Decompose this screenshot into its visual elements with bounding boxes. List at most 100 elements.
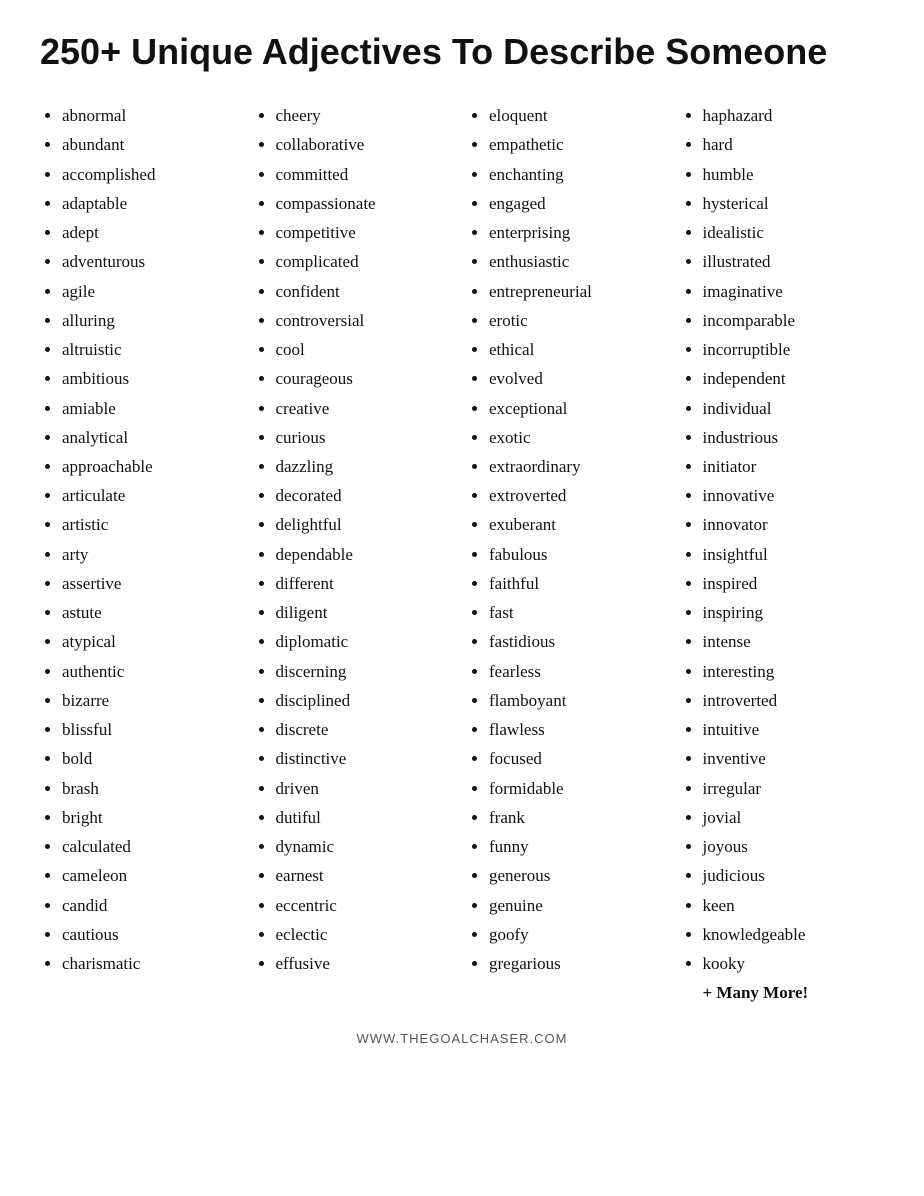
column-1: abnormalabundantaccomplishedadaptableade…: [40, 101, 244, 1007]
list-item: innovator: [703, 510, 885, 539]
list-item: courageous: [276, 364, 458, 393]
list-item: complicated: [276, 247, 458, 276]
list-item: inventive: [703, 744, 885, 773]
list-item: kooky: [703, 949, 885, 978]
list-item: adaptable: [62, 189, 244, 218]
list-item: flamboyant: [489, 686, 671, 715]
list-item: focused: [489, 744, 671, 773]
list-item: extroverted: [489, 481, 671, 510]
list-item: jovial: [703, 803, 885, 832]
list-item: discrete: [276, 715, 458, 744]
list-item: initiator: [703, 452, 885, 481]
list-item: articulate: [62, 481, 244, 510]
list-item: atypical: [62, 627, 244, 656]
list-item: fabulous: [489, 540, 671, 569]
list-item: compassionate: [276, 189, 458, 218]
list-item: bizarre: [62, 686, 244, 715]
list-item: diligent: [276, 598, 458, 627]
list-item: adventurous: [62, 247, 244, 276]
list-item: cameleon: [62, 861, 244, 890]
list-item: interesting: [703, 657, 885, 686]
list-item: curious: [276, 423, 458, 452]
list-item: arty: [62, 540, 244, 569]
list-item: judicious: [703, 861, 885, 890]
list-item: flawless: [489, 715, 671, 744]
adjectives-grid: abnormalabundantaccomplishedadaptableade…: [40, 101, 884, 1007]
list-item: inspired: [703, 569, 885, 598]
list-item: faithful: [489, 569, 671, 598]
list-item: intuitive: [703, 715, 885, 744]
list-item: exceptional: [489, 394, 671, 423]
list-item: erotic: [489, 306, 671, 335]
list-item: knowledgeable: [703, 920, 885, 949]
list-item: amiable: [62, 394, 244, 423]
column-3: eloquentempatheticenchantingengagedenter…: [467, 101, 671, 1007]
list-item: brash: [62, 774, 244, 803]
list-item: frank: [489, 803, 671, 832]
list-item: collaborative: [276, 130, 458, 159]
list-item: hysterical: [703, 189, 885, 218]
list-item: generous: [489, 861, 671, 890]
list-item: abnormal: [62, 101, 244, 130]
extra-note: + Many More!: [681, 978, 885, 1007]
list-item: innovative: [703, 481, 885, 510]
list-item: distinctive: [276, 744, 458, 773]
list-item: illustrated: [703, 247, 885, 276]
list-item: entrepreneurial: [489, 277, 671, 306]
list-item: exuberant: [489, 510, 671, 539]
list-item: agile: [62, 277, 244, 306]
list-item: joyous: [703, 832, 885, 861]
list-item: analytical: [62, 423, 244, 452]
list-item: earnest: [276, 861, 458, 890]
list-item: introverted: [703, 686, 885, 715]
list-item: altruistic: [62, 335, 244, 364]
list-item: keen: [703, 891, 885, 920]
list-item: competitive: [276, 218, 458, 247]
list-item: controversial: [276, 306, 458, 335]
list-item: fast: [489, 598, 671, 627]
list-item: dazzling: [276, 452, 458, 481]
list-item: dependable: [276, 540, 458, 569]
list-item: confident: [276, 277, 458, 306]
list-item: idealistic: [703, 218, 885, 247]
list-item: different: [276, 569, 458, 598]
list-item: driven: [276, 774, 458, 803]
list-item: alluring: [62, 306, 244, 335]
list-item: ambitious: [62, 364, 244, 393]
list-item: empathetic: [489, 130, 671, 159]
list-item: candid: [62, 891, 244, 920]
list-item: enchanting: [489, 160, 671, 189]
list-item: formidable: [489, 774, 671, 803]
list-item: calculated: [62, 832, 244, 861]
list-item: assertive: [62, 569, 244, 598]
list-item: imaginative: [703, 277, 885, 306]
column-4: haphazardhardhumblehystericalidealistici…: [681, 101, 885, 1007]
list-item: diplomatic: [276, 627, 458, 656]
list-item: inspiring: [703, 598, 885, 627]
list-item: effusive: [276, 949, 458, 978]
list-item: insightful: [703, 540, 885, 569]
list-item: evolved: [489, 364, 671, 393]
list-item: fastidious: [489, 627, 671, 656]
list-item: intense: [703, 627, 885, 656]
list-item: dynamic: [276, 832, 458, 861]
list-item: committed: [276, 160, 458, 189]
list-item: exotic: [489, 423, 671, 452]
list-item: decorated: [276, 481, 458, 510]
list-item: cool: [276, 335, 458, 364]
list-item: authentic: [62, 657, 244, 686]
list-item: hard: [703, 130, 885, 159]
list-item: astute: [62, 598, 244, 627]
list-item: gregarious: [489, 949, 671, 978]
list-item: cheery: [276, 101, 458, 130]
list-item: eloquent: [489, 101, 671, 130]
list-item: incomparable: [703, 306, 885, 335]
list-item: funny: [489, 832, 671, 861]
list-item: goofy: [489, 920, 671, 949]
list-item: disciplined: [276, 686, 458, 715]
list-item: artistic: [62, 510, 244, 539]
list-item: accomplished: [62, 160, 244, 189]
list-item: extraordinary: [489, 452, 671, 481]
list-item: adept: [62, 218, 244, 247]
list-item: genuine: [489, 891, 671, 920]
